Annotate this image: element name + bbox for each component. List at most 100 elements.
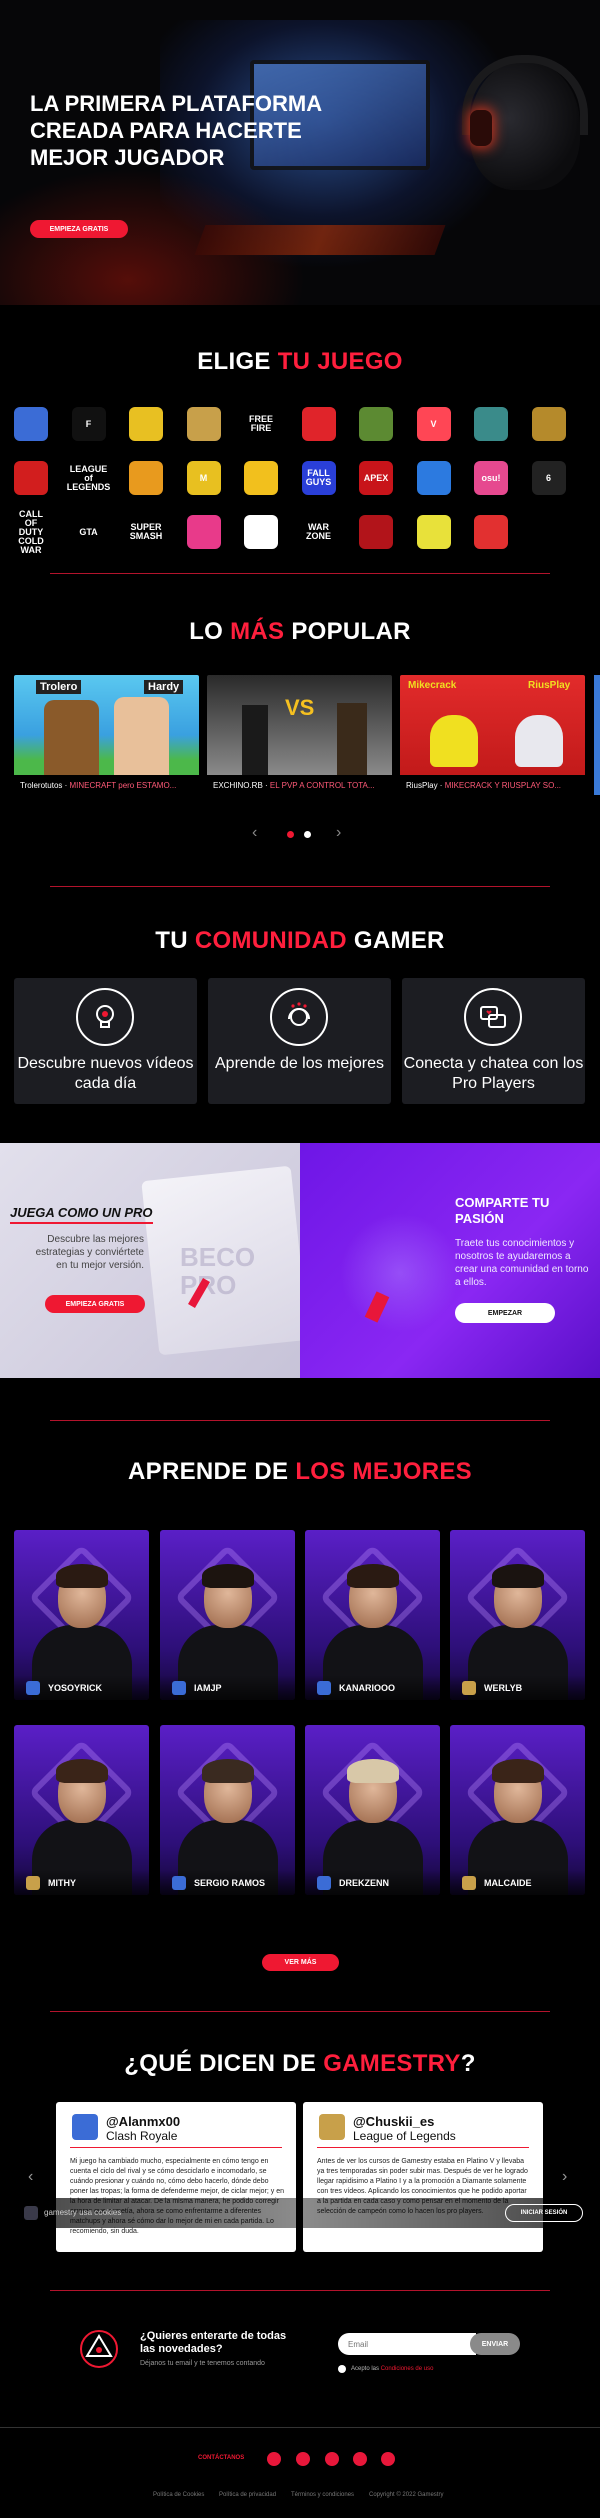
- clash-royale-icon: [72, 2114, 98, 2140]
- mobile-legends-icon[interactable]: M: [186, 461, 221, 495]
- pro-player-card[interactable]: MALCAIDE: [450, 1725, 585, 1895]
- gta-icon[interactable]: GTA: [72, 515, 106, 549]
- twitch-icon[interactable]: [381, 2452, 395, 2466]
- roblox-icon[interactable]: [301, 407, 336, 441]
- counter-strike-icon[interactable]: [129, 461, 163, 495]
- brawl-stars-icon[interactable]: [129, 407, 163, 441]
- carousel-next-arrow-icon[interactable]: ›: [336, 824, 341, 842]
- pokemon-icon[interactable]: [474, 515, 508, 549]
- hearthstone-icon[interactable]: [531, 407, 566, 441]
- newsletter-submit-button[interactable]: ENVIAR: [470, 2333, 520, 2355]
- carousel-dot-active[interactable]: [287, 831, 294, 838]
- video-card[interactable]: VS EXCHINO.RB · EL PVP A CONTROL TOTA...: [207, 675, 392, 795]
- facebook-icon[interactable]: [296, 2452, 310, 2466]
- carousel-dot[interactable]: [304, 831, 311, 838]
- league-of-legends-icon: [319, 2114, 345, 2140]
- tft-icon[interactable]: [474, 407, 508, 441]
- pro-player-card[interactable]: MITHY: [14, 1725, 149, 1895]
- share-banner-text: Traete tus conocimientos y nosotros te a…: [455, 1238, 589, 1288]
- pro-player-tag: MALCAIDE: [450, 1870, 585, 1895]
- rainbow-six-icon[interactable]: 6: [531, 461, 566, 495]
- reviews-title-question: ?: [460, 2050, 476, 2077]
- pro-player-tag: YOSOYRICK: [14, 1675, 149, 1700]
- minecraft-icon[interactable]: [359, 407, 393, 441]
- copyright-text: Copyright © 2022 Gamestry: [369, 2492, 444, 2498]
- super-smash-icon[interactable]: SUPER SMASH: [129, 515, 163, 549]
- pro-player-card[interactable]: IAMJP: [160, 1530, 295, 1700]
- community-card-text: Descubre nuevos vídeos cada día: [17, 1055, 194, 1092]
- cyberpunk-icon[interactable]: [416, 515, 451, 549]
- pro-banner-title: JUEGA COMO UN PRO: [10, 1205, 153, 1224]
- carousel-prev-arrow-icon[interactable]: ‹: [252, 824, 257, 842]
- pokemon-unite-icon[interactable]: [186, 515, 221, 549]
- osu-icon[interactable]: osu!: [474, 461, 508, 495]
- instagram-icon[interactable]: [267, 2452, 281, 2466]
- warzone-icon[interactable]: WAR ZONE: [302, 515, 336, 549]
- league-of-legends-wild-rift-icon[interactable]: LEAGUE of LEGENDS: [67, 461, 111, 495]
- youtube-icon[interactable]: [353, 2452, 367, 2466]
- pro-player-name: MALCAIDE: [484, 1877, 532, 1888]
- rocket-league-icon[interactable]: [416, 461, 451, 495]
- game-label: osu!: [481, 472, 501, 483]
- thumbnail-character: [337, 703, 367, 775]
- pro-player-card[interactable]: YOSOYRICK: [14, 1530, 149, 1700]
- video-card[interactable]: Trolero Hardy Trolerotutos · MINECRAFT p…: [14, 675, 199, 795]
- pro-player-card[interactable]: SERGIO RAMOS: [160, 1725, 295, 1895]
- pro-player-hair: [347, 1564, 399, 1588]
- cod-cold-war-icon[interactable]: CALL OF DUTY COLD WAR: [14, 509, 48, 554]
- league-of-legends-icon[interactable]: [186, 407, 221, 441]
- login-button[interactable]: INICIAR SESIÓN: [505, 2204, 583, 2222]
- among-us-icon[interactable]: [14, 461, 48, 495]
- thumbnail-text: RiusPlay: [528, 680, 571, 691]
- free-fire-icon[interactable]: FREE FIRE: [244, 407, 278, 441]
- video-card-partial[interactable]: [594, 675, 600, 795]
- community-card: Descubre nuevos vídeos cada día: [14, 978, 197, 1104]
- game-label: V: [430, 418, 437, 429]
- pros-title: APRENDE DE LOS MEJORES: [0, 1458, 600, 1486]
- apex-legends-icon[interactable]: APEX: [359, 461, 393, 495]
- reviews-prev-arrow-icon[interactable]: ‹: [28, 2168, 33, 2186]
- hero-start-free-button[interactable]: EMPIEZA GRATIS: [30, 220, 128, 238]
- gamer-headset-icon: [270, 988, 328, 1046]
- pro-player-card[interactable]: WERLYB: [450, 1530, 585, 1700]
- clash-royale-icon: [172, 1680, 186, 1695]
- legends-runeterra-icon[interactable]: [244, 515, 278, 549]
- community-card-text: Conecta y chatea con los Pro Players: [403, 1055, 584, 1092]
- clash-royale-icon[interactable]: [14, 407, 48, 441]
- terms-link[interactable]: Condiciones de uso: [381, 2366, 434, 2372]
- cookie-bar: gamestry usa cookies INICIAR SESIÓN: [0, 2198, 600, 2228]
- thumbnail-character: [242, 705, 268, 775]
- terms-checkbox[interactable]: [338, 2365, 346, 2373]
- pro-player-hair: [347, 1759, 399, 1783]
- valorant-icon[interactable]: V: [416, 407, 451, 441]
- share-banner-start-button[interactable]: EMPEZAR: [455, 1303, 555, 1323]
- email-input[interactable]: [338, 2333, 476, 2355]
- game-label: FALL GUYS: [305, 468, 332, 487]
- terms-link[interactable]: Términos y condiciones: [291, 2492, 354, 2498]
- hero-section: LA PRIMERA PLATAFORMA CREADA PARA HACERT…: [0, 0, 600, 305]
- pro-player-tag: MITHY: [14, 1870, 149, 1895]
- league-of-legends-icon: [462, 1680, 476, 1695]
- games-title-red: TU JUEGO: [277, 348, 403, 375]
- gamestry-logo-icon: [24, 2206, 38, 2220]
- video-thumbnail: Trolero Hardy: [14, 675, 199, 775]
- twitter-icon[interactable]: [325, 2452, 339, 2466]
- popular-title-red: MÁS: [230, 618, 285, 645]
- review-user: @Alanmx00: [106, 2114, 181, 2129]
- fortnite-icon[interactable]: F: [71, 407, 106, 441]
- pro-banner-start-free-button[interactable]: EMPIEZA GRATIS: [45, 1295, 145, 1313]
- privacy-policy-link[interactable]: Política de privacidad: [219, 2492, 276, 2498]
- contact-link[interactable]: CONTÁCTANOS: [198, 2455, 244, 2461]
- fifa-icon[interactable]: [359, 515, 393, 549]
- pro-player-name: KANARIOOO: [339, 1682, 395, 1693]
- pro-player-card[interactable]: KANARIOOO: [305, 1530, 440, 1700]
- share-banner: COMPARTE TU PASIÓN Traete tus conocimien…: [300, 1143, 600, 1378]
- pro-player-card[interactable]: DREKZENN: [305, 1725, 440, 1895]
- reviews-next-arrow-icon[interactable]: ›: [562, 2168, 567, 2186]
- tft-mobile-icon[interactable]: [244, 461, 278, 495]
- cookie-policy-link[interactable]: Política de Cookies: [153, 2492, 204, 2498]
- see-more-button[interactable]: VER MÁS: [262, 1954, 339, 1971]
- community-card-text: Aprende de los mejores: [215, 1055, 384, 1072]
- video-card[interactable]: Mikecrack RiusPlay RiusPlay · MIKECRACK …: [400, 675, 585, 795]
- fall-guys-icon[interactable]: FALL GUYS: [301, 461, 336, 495]
